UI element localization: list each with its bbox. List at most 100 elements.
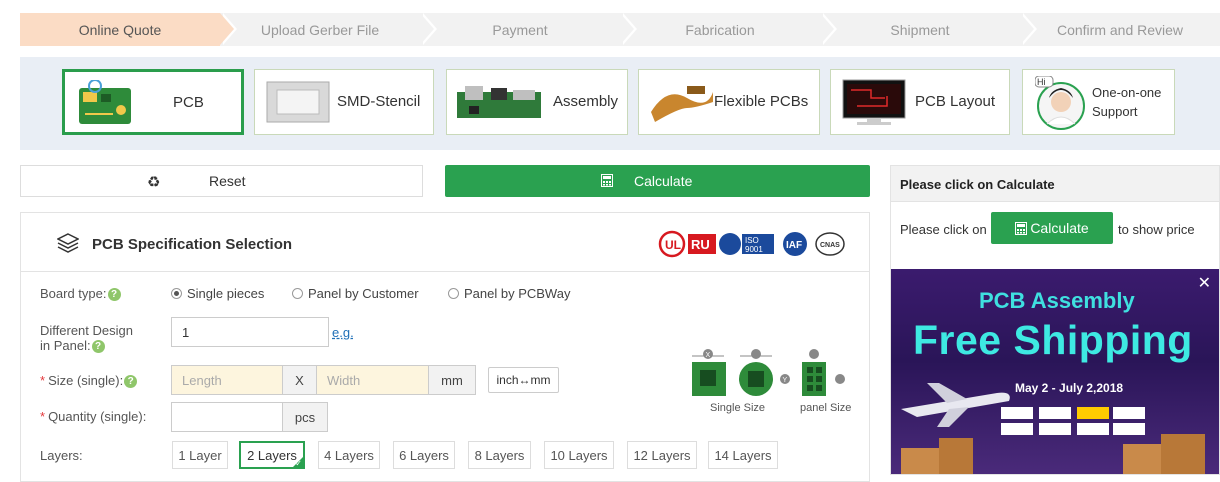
flex-pcb-icon [651,86,713,122]
product-support[interactable]: Hi One-on-one Support [1022,69,1175,135]
certification-logos: UL RU ISO 9001 IAF CNAS [658,230,845,258]
help-icon[interactable]: ? [107,288,121,302]
single-size-caption: Single Size [710,402,766,414]
boxes-decoration [901,434,1205,474]
size-unit: mm [428,365,476,395]
example-link[interactable]: e.g. [332,325,354,340]
board-type-label: Board type:? [40,286,121,302]
promo-dates: May 2 - July 2,2018 [1015,381,1124,395]
step-payment: Payment [420,13,637,46]
product-label: PCB Layout [915,93,996,110]
different-design-input[interactable]: 1 [171,317,329,347]
step-online-quote: Online Quote [20,13,237,46]
layer-option-12[interactable]: 12 Layers [627,441,697,469]
size-text: Size (single): [48,373,124,388]
promo-banner[interactable]: ✕ PCB Assembly Free Shipping May 2 - Jul… [891,269,1219,474]
progress-steps: Online Quote Upload Gerber File Payment … [20,13,1220,46]
spec-title: PCB Specification Selection [92,236,293,253]
recycle-icon: ♻ [147,174,161,191]
pcb-board-icon [79,80,131,124]
radio-label: Panel by PCBWay [464,286,571,301]
product-smd-stencil[interactable]: SMD-Stencil [254,69,434,135]
layer-option-14[interactable]: 14 Layers [708,441,778,469]
sidebar-heading: Please click on Calculate [900,177,1055,192]
different-design-line2: in Panel: [40,338,91,353]
layer-option-2[interactable]: 2 Layers ✓ [239,441,305,469]
quantity-input[interactable] [171,402,283,432]
quantity-text: Quantity (single): [48,409,147,424]
help-icon[interactable]: ? [91,340,105,354]
step-fabrication: Fabrication [620,13,837,46]
required-mark: * [40,409,46,424]
layer-option-1[interactable]: 1 Layer [172,441,228,469]
close-icon[interactable]: ✕ [1198,273,1211,293]
monitor-layout-icon [842,79,906,125]
layer-option-10[interactable]: 10 Layers [544,441,614,469]
promo-title: PCB Assembly [979,288,1135,313]
product-selector: PCB SMD-Stencil Assembly Flexible PCBs P… [20,57,1220,150]
panel-size-caption: panel Size [800,402,852,414]
reset-button[interactable]: ♻ Reset [20,165,423,197]
length-input[interactable]: Length [171,365,283,395]
product-label: Flexible PCBs [714,93,809,110]
layer-option-8[interactable]: 8 Layers [468,441,531,469]
check-icon: ✓ [295,459,302,468]
step-confirm-review: Confirm and Review [1020,13,1220,46]
sidebar-calculate-label: Calculate [1030,220,1089,236]
layer-option-4[interactable]: 4 Layers [318,441,380,469]
different-design-line1: Different Design [40,323,133,338]
product-label: SMD-Stencil [337,93,421,110]
product-pcb-layout[interactable]: PCB Layout [830,69,1010,135]
different-design-label: Different Design in Panel:? [40,323,133,354]
cert-iaf-label: IAF [786,240,802,251]
unit-toggle-button[interactable]: inch↔mm [488,367,559,393]
price-sidebar: Please click on Calculate Please click o… [890,165,1220,475]
support-hi-badge: Hi [1037,77,1046,87]
radio-unselected-icon [448,288,459,299]
quantity-label: * Quantity (single): [40,409,146,424]
calculator-icon [1015,221,1028,235]
promo-headline: Free Shipping [913,317,1193,363]
spec-header: PCB Specification Selection UL RU ISO 90… [21,213,869,272]
step-upload-gerber: Upload Gerber File [220,13,437,46]
cert-ur-logo: RU [691,237,710,252]
calculator-icon [601,174,613,187]
cert-ul-logo: UL [665,238,681,252]
product-label-line2: Support [1092,104,1138,119]
sidebar-calculate-button[interactable]: Calculate [991,212,1113,244]
sidebar-prompt-before: Please click on [900,222,987,237]
width-input[interactable]: Width [316,365,429,395]
radio-panel-by-customer[interactable]: Panel by Customer [292,286,419,301]
product-flexible-pcbs[interactable]: Flexible PCBs [638,69,820,135]
product-assembly[interactable]: Assembly [446,69,628,135]
radio-selected-icon [171,288,182,299]
diagram-x-mark: X [706,352,711,359]
layer-option-6[interactable]: 6 Layers [393,441,455,469]
layers-label: Layers: [40,448,83,463]
radio-single-pieces[interactable]: Single pieces [171,286,264,301]
product-label: Assembly [553,93,619,110]
radio-panel-by-pcbway[interactable]: Panel by PCBWay [448,286,570,301]
sidebar-header: Please click on Calculate [891,166,1219,202]
required-mark: * [40,373,46,388]
cert-9001-label: 9001 [745,245,763,254]
product-label: PCB [173,94,204,111]
radio-unselected-icon [292,288,303,299]
layer-label: 2 Layers [247,447,297,463]
product-pcb[interactable]: PCB [62,69,244,135]
sidebar-prompt-after: to show price [1118,222,1195,237]
airplane-icon [901,383,1010,427]
radio-label: Panel by Customer [308,286,419,301]
cert-iso-label: ISO [745,236,759,245]
reset-label: Reset [209,173,246,189]
diagram-y-mark: Y [783,377,788,384]
calculate-button[interactable]: Calculate [445,165,870,197]
radio-label: Single pieces [187,286,265,301]
help-icon[interactable]: ? [124,375,138,389]
size-label: * Size (single):? [40,373,138,389]
calculate-label: Calculate [634,173,693,189]
assembly-board-icon [457,86,541,118]
product-label-line1: One-on-one [1092,85,1162,100]
stencil-icon [266,81,330,123]
quantity-unit: pcs [282,402,328,432]
